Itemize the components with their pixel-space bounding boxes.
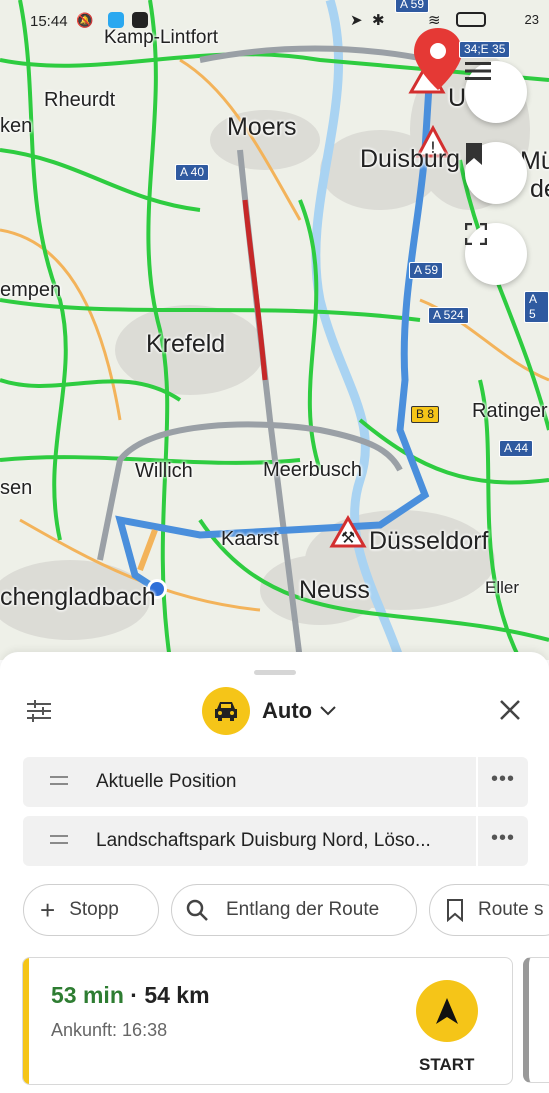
bookmark-icon (466, 143, 482, 165)
start-navigation-button[interactable] (416, 980, 478, 1042)
start-field[interactable]: Aktuelle Position ••• (23, 757, 528, 807)
destination-field[interactable]: Landschaftspark Duisburg Nord, Löso... •… (23, 816, 528, 866)
road-badge: B 8 (411, 406, 440, 423)
save-route-button[interactable]: Route s (429, 884, 549, 936)
transport-mode-label: Auto (262, 698, 313, 723)
route-distance: 54 km (144, 982, 210, 1008)
drag-handle-icon[interactable] (50, 776, 68, 778)
svg-text:⚒: ⚒ (341, 528, 355, 547)
bluetooth-icon: ✱ (372, 12, 385, 29)
road-badge: 34;E 35 (459, 41, 511, 58)
place-label: de (530, 175, 549, 203)
alternative-route-card[interactable] (523, 957, 549, 1083)
mute-icon: 🔕 (76, 12, 94, 28)
wifi-icon: ≋ (428, 12, 441, 29)
place-label: Rheurdt (44, 89, 116, 111)
car-notification-icon (132, 12, 148, 28)
place-label: U (448, 84, 467, 112)
battery-icon (456, 12, 486, 27)
tune-icon (27, 700, 51, 722)
place-label: Ratinger (472, 400, 548, 422)
route-highlight-bar (23, 958, 29, 1084)
start-more-button[interactable]: ••• (476, 757, 528, 807)
route-summary-card[interactable]: 53 min · 54 km Ankunft: 16:38 START (22, 957, 513, 1085)
place-label: Krefeld (146, 330, 226, 358)
add-stop-label: Stopp (69, 899, 119, 920)
place-label: Eller (485, 578, 520, 597)
destination-field-text: Landschaftspark Duisburg Nord, Löso... (96, 830, 431, 851)
place-label: empen (0, 279, 62, 301)
road-badge: A 524 (428, 307, 469, 324)
status-time: 15:44 (30, 13, 68, 30)
bookmark-outline-icon (447, 899, 463, 922)
fullscreen-icon (465, 223, 487, 245)
bookmark-button[interactable] (465, 142, 527, 204)
navigation-arrow-icon (436, 998, 458, 1024)
save-route-label: Route s (478, 899, 544, 920)
status-bar: 15:44 🔕 ➤ ✱ ≋ 23 (0, 0, 549, 40)
menu-icon (465, 62, 491, 80)
place-label: sen (0, 477, 33, 499)
location-icon: ➤ (350, 12, 363, 29)
search-icon (186, 899, 208, 921)
transport-mode-selector[interactable]: Auto (202, 686, 336, 736)
map-view[interactable]: ⚒ ! Kamp-Lintfort Rheurdt Moers Duisburg… (0, 0, 549, 660)
route-duration: 53 min (51, 982, 124, 1008)
place-label: Meerbusch (263, 459, 362, 481)
menu-button[interactable] (465, 61, 527, 123)
destination-more-button[interactable]: ••• (476, 816, 528, 866)
place-label: ken (0, 115, 33, 137)
battery-level: 23 (524, 12, 539, 27)
plus-icon: + (40, 895, 56, 925)
sheet-drag-handle[interactable] (254, 670, 296, 675)
route-separator: · (130, 982, 138, 1008)
place-label: Duisburg (360, 145, 461, 173)
road-badge: A 40 (175, 164, 210, 181)
place-label: Moers (227, 113, 297, 141)
fullscreen-button[interactable] (465, 223, 527, 285)
route-arrival: Ankunft: 16:38 (51, 1020, 168, 1040)
chevron-down-icon (320, 706, 336, 716)
drag-handle-icon[interactable] (50, 835, 68, 837)
start-label: START (419, 1055, 475, 1074)
start-field-text: Aktuelle Position (96, 771, 237, 792)
search-along-route-button[interactable]: Entlang der Route (171, 884, 417, 936)
route-options-button[interactable] (27, 700, 53, 724)
road-badge: A 44 (499, 440, 534, 457)
place-label: chengladbach (0, 583, 156, 611)
place-label: Kaarst (221, 528, 279, 550)
close-icon (500, 700, 520, 720)
close-button[interactable] (498, 698, 526, 726)
road-badge: A 59 (409, 262, 444, 279)
place-label: Willich (135, 460, 193, 482)
place-label: Neuss (299, 576, 370, 604)
place-label: Düsseldorf (369, 527, 489, 555)
add-stop-button[interactable]: + Stopp (23, 884, 159, 936)
app-notification-icon (108, 12, 124, 28)
route-planner-panel: Auto Aktuelle Position ••• Landschaftspa… (0, 652, 549, 1093)
car-icon (202, 687, 250, 735)
road-badge: A 5 (524, 291, 549, 323)
search-along-route-label: Entlang der Route (226, 899, 380, 920)
